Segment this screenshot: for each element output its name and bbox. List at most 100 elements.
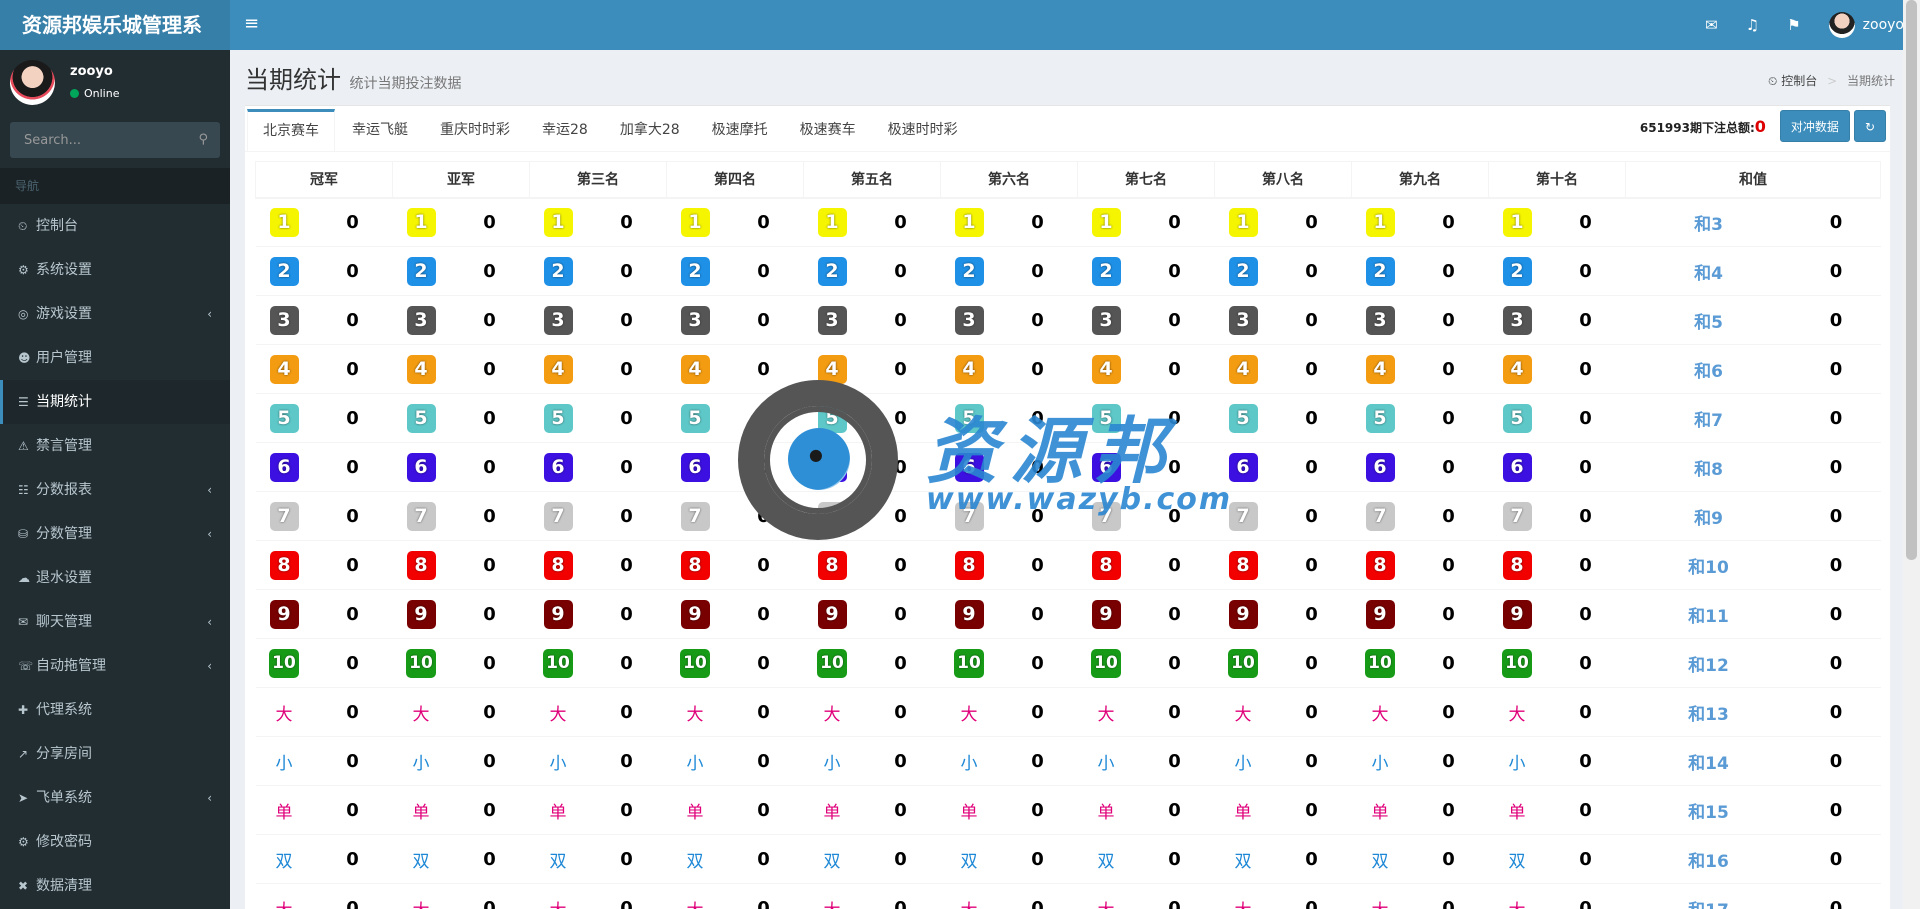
bet-type-label: 双 xyxy=(549,851,567,872)
search-input[interactable] xyxy=(10,122,220,158)
number-ball: 9 xyxy=(1228,599,1258,629)
bet-option-cell: 9 xyxy=(666,589,724,639)
bet-amount-cell: 0 xyxy=(1271,638,1352,688)
bet-amount-cell: 0 xyxy=(1545,589,1626,639)
bet-type-label: 大 xyxy=(1371,704,1389,725)
bet-amount-cell: 0 xyxy=(312,393,393,443)
number-ball: 8 xyxy=(680,550,710,580)
bet-type-label: 双 xyxy=(412,851,430,872)
number-ball: 10 xyxy=(406,648,436,678)
sidebar-item-13[interactable]: ➤ 飞单系统 ‹ xyxy=(0,776,230,820)
number-ball: 4 xyxy=(1228,354,1258,384)
sum-label: 和17 xyxy=(1688,901,1729,909)
sidebar-item-15[interactable]: ✖ 数据清理 xyxy=(0,864,230,908)
bet-amount-cell: 0 xyxy=(1408,736,1489,786)
bet-amount-cell: 0 xyxy=(1134,491,1215,541)
bet-option-cell: 10 xyxy=(529,638,587,688)
bet-amount-cell: 0 xyxy=(860,491,941,541)
search-icon[interactable]: ⚲ xyxy=(198,132,208,147)
app-logo[interactable]: 资源邦娱乐城管理系 xyxy=(0,0,230,50)
user-menu[interactable]: zooyo xyxy=(1828,12,1904,38)
bet-amount-cell: 0 xyxy=(586,589,667,639)
tab-2[interactable]: 重庆时时彩 xyxy=(425,109,525,151)
trash-icon: ✖ xyxy=(18,879,29,893)
table-row: 4 0 4 0 4 0 4 0 4 0 4 0 4 0 4 0 4 0 4 0 和6 0 xyxy=(255,344,1881,394)
number-ball: 3 xyxy=(1365,305,1395,335)
sidebar-item-label: 聊天管理 xyxy=(36,614,92,630)
bet-option-cell: 双 xyxy=(1351,834,1409,884)
sidebar-item-14[interactable]: ⚙ 修改密码 xyxy=(0,820,230,864)
bet-amount-cell: 0 xyxy=(997,736,1078,786)
bet-option-cell: 10 xyxy=(940,638,998,688)
tab-5[interactable]: 极速摩托 xyxy=(697,109,783,151)
sidebar-item-9[interactable]: ✉ 聊天管理 ‹ xyxy=(0,600,230,644)
tab-6[interactable]: 极速赛车 xyxy=(785,109,871,151)
tab-3[interactable]: 幸运28 xyxy=(527,109,603,151)
hedge-data-button[interactable]: 对冲数据 xyxy=(1779,110,1850,142)
tab-1[interactable]: 幸运飞艇 xyxy=(337,109,423,151)
bet-amount-cell: 0 xyxy=(1134,540,1215,590)
bet-amount-cell: 0 xyxy=(860,834,941,884)
sidebar-item-0[interactable]: ⏲ 控制台 xyxy=(0,204,230,248)
bet-option-cell: 9 xyxy=(529,589,587,639)
sidebar-item-10[interactable]: ☏ 自动拖管理 ‹ xyxy=(0,644,230,688)
bet-type-label: 双 xyxy=(1508,851,1526,872)
number-ball: 6 xyxy=(406,452,436,482)
sidebar-item-4[interactable]: ☰ 当期统计 xyxy=(0,380,230,424)
bet-type-label: 大 xyxy=(1098,901,1115,909)
bet-option-cell: 7 xyxy=(803,491,861,541)
number-ball: 8 xyxy=(1091,550,1121,580)
bet-option-cell: 单 xyxy=(392,785,450,835)
bet-amount-cell: 0 xyxy=(997,638,1078,688)
refresh-button[interactable]: ↻ xyxy=(1853,110,1886,142)
number-ball: 2 xyxy=(269,256,299,286)
number-ball: 5 xyxy=(1365,403,1395,433)
bet-option-cell: 大 xyxy=(392,883,450,909)
page-scrollbar[interactable] xyxy=(1903,0,1920,909)
sidebar-item-6[interactable]: ☷ 分数报表 ‹ xyxy=(0,468,230,512)
tab-7[interactable]: 极速时时彩 xyxy=(873,109,973,151)
sidebar-item-11[interactable]: ✚ 代理系统 xyxy=(0,688,230,732)
column-header: 第四名 xyxy=(666,161,804,199)
bet-option-cell: 6 xyxy=(1488,442,1546,492)
bet-amount-cell: 0 xyxy=(1545,246,1626,296)
number-ball: 7 xyxy=(1091,501,1121,531)
bet-amount-cell: 0 xyxy=(312,638,393,688)
sum-label-cell: 和7 xyxy=(1625,393,1792,443)
number-ball: 5 xyxy=(1228,403,1258,433)
bet-option-cell: 7 xyxy=(666,491,724,541)
flag-icon[interactable]: ⚑ xyxy=(1787,16,1800,34)
bet-type-label: 大 xyxy=(824,901,841,909)
sidebar-item-8[interactable]: ☁ 退水设置 xyxy=(0,556,230,600)
bet-type-label: 大 xyxy=(276,901,293,909)
bet-option-cell: 大 xyxy=(1214,687,1272,737)
bet-option-cell: 8 xyxy=(666,540,724,590)
sidebar-username: zooyo xyxy=(70,64,113,79)
bet-amount-cell: 0 xyxy=(312,589,393,639)
sidebar-item-2[interactable]: ◎ 游戏设置 ‹ xyxy=(0,292,230,336)
bell-icon[interactable]: ♫ xyxy=(1746,16,1759,34)
bet-type-label: 大 xyxy=(823,704,841,725)
sidebar-item-7[interactable]: ⛁ 分数管理 ‹ xyxy=(0,512,230,556)
sum-label: 和5 xyxy=(1694,312,1723,333)
sidebar-item-1[interactable]: ⚙ 系统设置 xyxy=(0,248,230,292)
bet-amount-cell: 0 xyxy=(723,883,804,909)
bet-option-cell: 6 xyxy=(940,442,998,492)
sidebar-item-12[interactable]: ↗ 分享房间 xyxy=(0,732,230,776)
breadcrumb-home[interactable]: 控制台 xyxy=(1781,74,1817,88)
user-plus-icon: ✚ xyxy=(18,703,29,717)
envelope-icon[interactable]: ✉ xyxy=(1705,16,1718,34)
scrollbar-thumb[interactable] xyxy=(1906,0,1917,560)
bet-amount-cell: 0 xyxy=(1408,687,1489,737)
tab-4[interactable]: 加拿大28 xyxy=(605,109,695,151)
sidebar-item-3[interactable]: ☻ 用户管理 xyxy=(0,336,230,380)
table-row: 双 0 双 0 双 0 双 0 双 0 双 0 双 0 双 0 双 0 双 0 和16 0 xyxy=(255,834,1881,884)
navbar-username: zooyo xyxy=(1862,17,1904,33)
menu-icon[interactable]: ≡ xyxy=(244,13,259,34)
sidebar-item-5[interactable]: ⚠ 禁言管理 xyxy=(0,424,230,468)
bet-amount-cell: 0 xyxy=(449,883,530,909)
tab-0[interactable]: 北京赛车 xyxy=(247,109,335,151)
page-title: 当期统计 xyxy=(245,66,341,94)
number-ball: 8 xyxy=(1365,550,1395,580)
avatar xyxy=(10,60,55,105)
